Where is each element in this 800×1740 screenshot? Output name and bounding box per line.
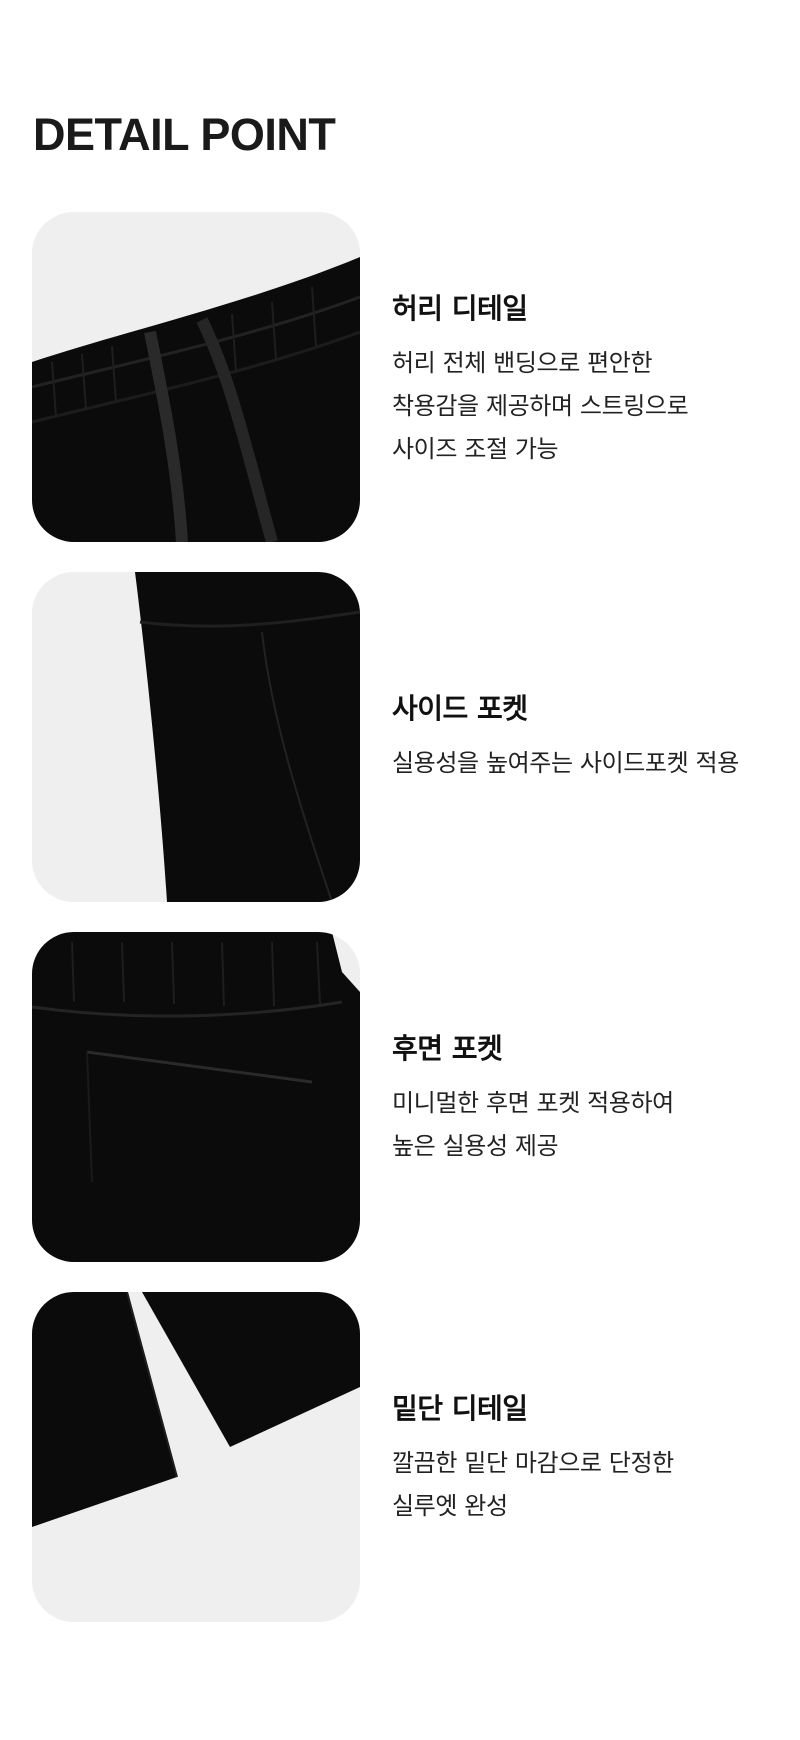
- back-pocket-photo: [32, 932, 360, 1262]
- detail-waist: 허리 디테일 허리 전체 밴딩으로 편안한 착용감을 제공하며 스트링으로 사이…: [32, 212, 800, 542]
- hem-detail-photo: [32, 1292, 360, 1622]
- detail-description: 깔끔한 밑단 마감으로 단정한 실루엣 완성: [392, 1448, 674, 1520]
- detail-title: 후면 포켓: [392, 1032, 503, 1065]
- detail-description: 실용성을 높여주는 사이드포켓 적용: [392, 748, 739, 777]
- detail-description: 허리 전체 밴딩으로 편안한 착용감을 제공하며 스트링으로 사이즈 조절 가능: [392, 348, 689, 463]
- detail-side-pocket: 사이드 포켓 실용성을 높여주는 사이드포켓 적용: [32, 572, 800, 902]
- detail-text-hem: 밑단 디테일 깔끔한 밑단 마감으로 단정한 실루엣 완성: [392, 1392, 792, 1528]
- detail-title: 허리 디테일: [392, 292, 528, 325]
- side-pocket-photo: [32, 572, 360, 902]
- detail-text-side-pocket: 사이드 포켓 실용성을 높여주는 사이드포켓 적용: [392, 692, 792, 785]
- detail-hem: 밑단 디테일 깔끔한 밑단 마감으로 단정한 실루엣 완성: [32, 1292, 800, 1622]
- page-title: DETAIL POINT: [33, 109, 336, 160]
- detail-text-waist: 허리 디테일 허리 전체 밴딩으로 편안한 착용감을 제공하며 스트링으로 사이…: [392, 292, 792, 471]
- waist-detail-photo: [32, 212, 360, 542]
- detail-description: 미니멀한 후면 포켓 적용하여 높은 실용성 제공: [392, 1088, 674, 1160]
- detail-title: 밑단 디테일: [392, 1392, 528, 1425]
- detail-title: 사이드 포켓: [392, 692, 528, 725]
- detail-text-back-pocket: 후면 포켓 미니멀한 후면 포켓 적용하여 높은 실용성 제공: [392, 1032, 792, 1168]
- detail-back-pocket: 후면 포켓 미니멀한 후면 포켓 적용하여 높은 실용성 제공: [32, 932, 800, 1262]
